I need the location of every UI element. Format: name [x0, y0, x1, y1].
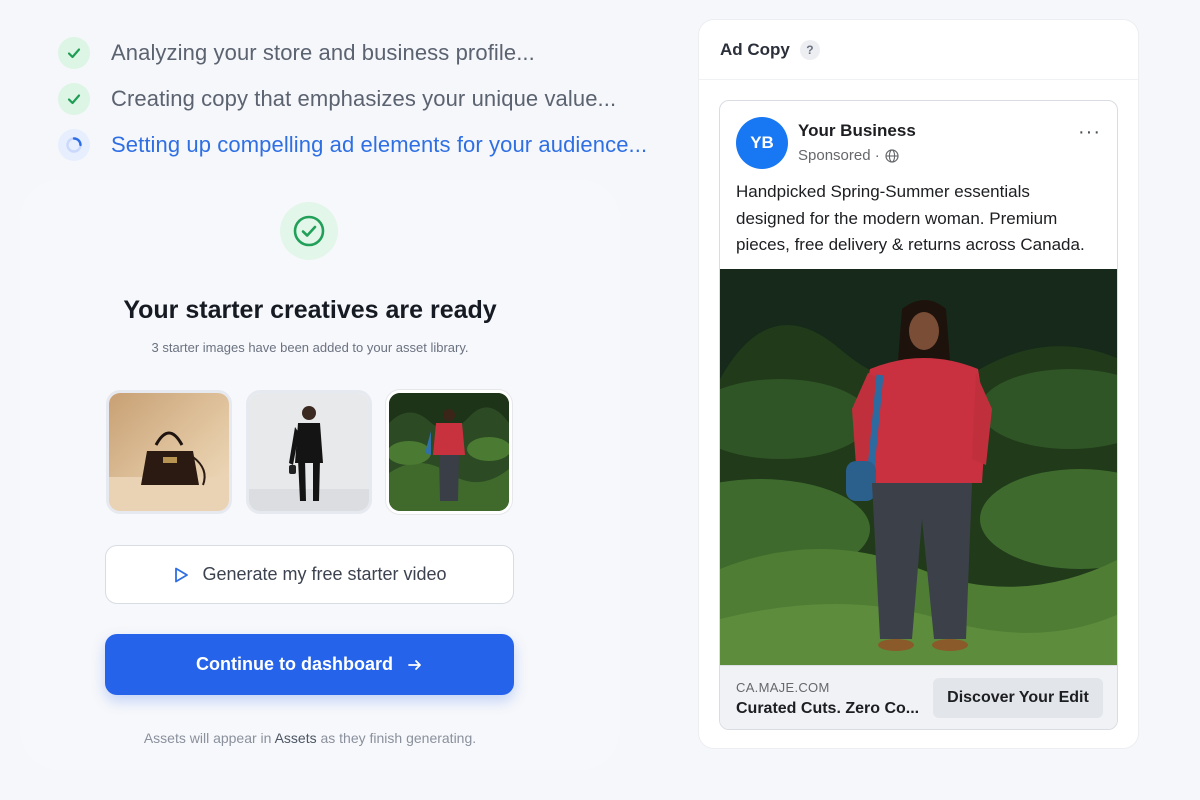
ad-copy-title: Ad Copy: [720, 39, 790, 59]
red-jacket-forest-image: [389, 393, 509, 511]
assets-link[interactable]: Assets: [275, 730, 317, 746]
arrow-right-icon: [408, 659, 421, 670]
continue-to-dashboard-button[interactable]: Continue to dashboard: [105, 634, 514, 695]
red-jacket-forest-photo: [720, 269, 1117, 665]
footer-prefix: Assets will appear in: [143, 730, 275, 746]
ad-link-footer: CA.MAJE.COM Curated Cuts. Zero Co... Dis…: [720, 665, 1117, 729]
sponsored-label: Sponsored ·: [798, 147, 880, 164]
starter-image-thumbnails: [106, 390, 512, 514]
progress-step-ad-elements: Setting up compelling ad elements for yo…: [58, 122, 647, 168]
ready-title: Your starter creatives are ready: [123, 296, 497, 324]
facebook-ad-preview: YB Your Business Sponsored · ··· Handpic…: [719, 100, 1118, 730]
globe-icon: [885, 148, 899, 163]
footer-suffix: as they finish generating.: [316, 730, 477, 746]
thumbnail-black-suit[interactable]: [246, 390, 372, 514]
generation-progress-list: Analyzing your store and business profil…: [58, 30, 647, 168]
ad-domain: CA.MAJE.COM: [736, 680, 830, 695]
thumbnail-handbag[interactable]: [106, 390, 232, 514]
generate-video-button[interactable]: Generate my free starter video: [105, 545, 514, 604]
continue-label: Continue to dashboard: [196, 654, 393, 674]
avatar: YB: [736, 117, 788, 169]
ad-headline: Curated Cuts. Zero Co...: [736, 700, 920, 717]
ad-body-text: Handpicked Spring-Summer essentials desi…: [736, 182, 1085, 254]
more-options-icon[interactable]: ···: [1078, 121, 1101, 144]
check-icon: [58, 37, 90, 69]
play-icon: [175, 567, 189, 582]
business-name: Your Business: [798, 121, 916, 140]
check-icon: [58, 83, 90, 115]
generate-video-label: Generate my free starter video: [202, 564, 447, 584]
progress-step-analyzing: Analyzing your store and business profil…: [58, 30, 647, 76]
sponsored-row: Sponsored ·: [798, 147, 899, 164]
post-header: YB Your Business Sponsored · ···: [720, 101, 1117, 179]
help-icon[interactable]: ?: [799, 39, 820, 60]
spinner-icon: [58, 129, 90, 161]
progress-step-label: Analyzing your store and business profil…: [111, 40, 535, 65]
ad-copy-header: Ad Copy ?: [699, 20, 1138, 80]
thumbnail-red-jacket[interactable]: [386, 390, 512, 514]
ad-copy-panel: Ad Copy ? YB Your Business Sponsored · ·…: [698, 19, 1139, 749]
ad-creative-image: [720, 269, 1117, 665]
success-check-icon: [280, 202, 338, 260]
handbag-image: [109, 393, 229, 511]
progress-step-copy: Creating copy that emphasizes your uniqu…: [58, 76, 647, 122]
black-suit-model-image: [249, 393, 369, 511]
progress-step-label: Creating copy that emphasizes your uniqu…: [111, 86, 617, 111]
progress-step-label: Setting up compelling ad elements for yo…: [111, 132, 648, 157]
discover-your-edit-button[interactable]: Discover Your Edit: [933, 678, 1103, 718]
assets-footer-note: Assets will appear in Assets as they fin…: [0, 730, 620, 746]
ready-subtitle: 3 starter images have been added to your…: [151, 340, 469, 355]
